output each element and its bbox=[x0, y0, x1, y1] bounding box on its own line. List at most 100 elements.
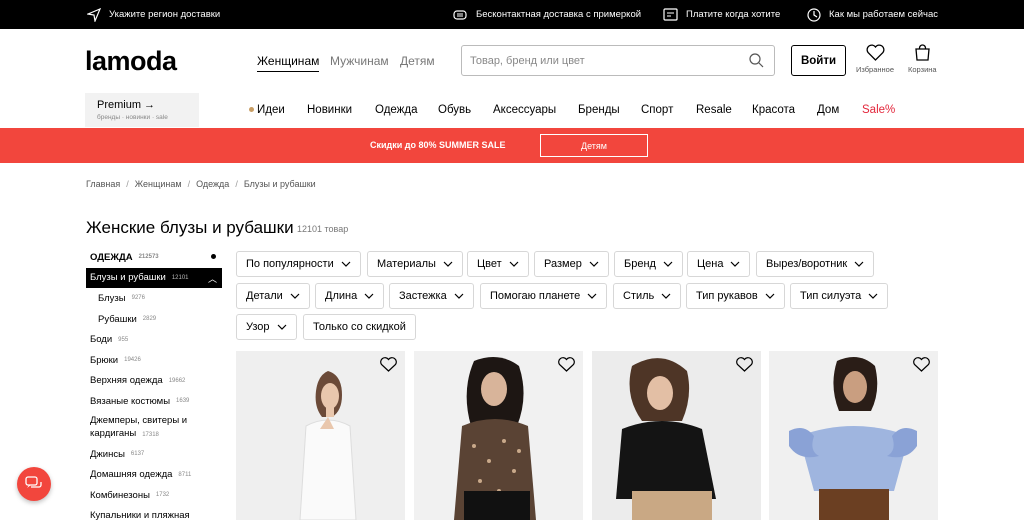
site-header: lamoda Женщинам Мужчинам Детям Войти Изб… bbox=[0, 29, 1024, 127]
favorites-button[interactable]: Избранное bbox=[856, 44, 894, 74]
nav-brands[interactable]: Бренды bbox=[578, 104, 620, 116]
delivery-info[interactable]: Бесконтактная доставка с примеркой bbox=[452, 0, 641, 29]
logo[interactable]: lamoda bbox=[85, 46, 177, 77]
filter-sleeve-type[interactable]: Тип рукавов bbox=[686, 283, 785, 309]
sidebar-item-label: Блузы bbox=[98, 292, 126, 304]
chevron-up-icon: ︿ bbox=[207, 273, 217, 284]
chevron-down-icon bbox=[454, 293, 464, 299]
filter-pattern[interactable]: Узор bbox=[236, 314, 297, 340]
sidebar-item-outerwear[interactable]: Верхняя одежда 19662 bbox=[86, 371, 226, 392]
payment-info[interactable]: Платите когда хотите bbox=[663, 0, 780, 29]
product-card[interactable] bbox=[769, 351, 938, 520]
sidebar-item-jumpers[interactable]: Джемперы, свитеры и кардиганы 17318 bbox=[86, 412, 226, 444]
payment-text: Платите когда хотите bbox=[686, 9, 781, 20]
chat-icon bbox=[25, 476, 42, 488]
nav-new[interactable]: Новинки bbox=[307, 104, 352, 116]
tab-women[interactable]: Женщинам bbox=[257, 54, 320, 72]
filter-size[interactable]: Размер bbox=[534, 251, 609, 277]
login-button[interactable]: Войти bbox=[791, 45, 846, 76]
filter-silhouette[interactable]: Тип силуэта bbox=[790, 283, 889, 309]
filter-details[interactable]: Детали bbox=[236, 283, 310, 309]
ideas-dot bbox=[249, 107, 254, 112]
cart-button[interactable]: Корзина bbox=[908, 44, 937, 74]
product-card[interactable] bbox=[592, 351, 761, 520]
nav-sale[interactable]: Sale% bbox=[862, 104, 895, 116]
sidebar-item-swimwear[interactable]: Купальники и пляжная bbox=[86, 506, 226, 526]
nav-sport[interactable]: Спорт bbox=[641, 104, 673, 116]
filter-label: Застежка bbox=[399, 290, 447, 302]
breadcrumb-women[interactable]: Женщинам bbox=[135, 179, 182, 189]
search-input[interactable] bbox=[470, 46, 740, 75]
sidebar-item-label: Блузы и рубашки bbox=[90, 272, 166, 284]
filter-eco[interactable]: Помогаю планете bbox=[480, 283, 608, 309]
filter-materials[interactable]: Материалы bbox=[367, 251, 463, 277]
breadcrumb-clothes[interactable]: Одежда bbox=[196, 179, 229, 189]
filter-label: Цвет bbox=[477, 258, 502, 270]
filter-fastener[interactable]: Застежка bbox=[389, 283, 474, 309]
chevron-down-icon bbox=[290, 293, 300, 299]
filter-style[interactable]: Стиль bbox=[613, 283, 682, 309]
sidebar-item-trousers[interactable]: Брюки 19426 bbox=[86, 350, 226, 371]
sidebar-item-jumpsuits[interactable]: Комбинезоны 1732 bbox=[86, 485, 226, 506]
location-arrow-icon bbox=[87, 7, 101, 22]
region-text: Укажите регион доставки bbox=[109, 9, 221, 20]
filter-neckline[interactable]: Вырез/воротник bbox=[756, 251, 875, 277]
nav-resale[interactable]: Resale bbox=[696, 104, 732, 116]
sidebar-item-blouses-shirts[interactable]: Блузы и рубашки 12101 ︿ bbox=[86, 267, 222, 289]
nav-accessories[interactable]: Аксессуары bbox=[493, 104, 556, 116]
heart-icon[interactable] bbox=[913, 357, 930, 372]
sidebar-item-bodysuits[interactable]: Боди 955 bbox=[86, 329, 226, 350]
sidebar-item-blouses[interactable]: Блузы 9276 bbox=[86, 288, 226, 309]
sidebar-item-jeans[interactable]: Джинсы 6137 bbox=[86, 444, 226, 465]
filter-discount-only[interactable]: Только со скидкой bbox=[303, 314, 416, 340]
card-icon bbox=[663, 8, 678, 21]
sidebar-item-count: 212573 bbox=[138, 254, 159, 261]
nav-ideas[interactable]: Идеи bbox=[257, 104, 285, 116]
product-image bbox=[769, 351, 938, 520]
sidebar-item-shirts[interactable]: Рубашки 2829 bbox=[86, 309, 226, 330]
filter-label: Помогаю планете bbox=[490, 290, 581, 302]
chat-button[interactable] bbox=[17, 467, 51, 501]
filter-sort[interactable]: По популярности bbox=[236, 251, 361, 277]
hours-text: Как мы работаем сейчас bbox=[829, 9, 938, 20]
promo-button[interactable]: Детям bbox=[540, 134, 648, 157]
filter-price[interactable]: Цена bbox=[687, 251, 751, 277]
product-card[interactable] bbox=[414, 351, 583, 520]
sidebar-item-knit-suits[interactable]: Вязаные костюмы 1639 bbox=[86, 391, 226, 412]
nav-beauty[interactable]: Красота bbox=[752, 104, 795, 116]
nav-clothes[interactable]: Одежда bbox=[375, 104, 417, 116]
sidebar-item-count: 19426 bbox=[124, 357, 141, 364]
heart-icon[interactable] bbox=[380, 357, 397, 372]
nav-home[interactable]: Дом bbox=[817, 104, 839, 116]
chevron-down-icon bbox=[854, 261, 864, 267]
sidebar-item-label: Домашняя одежда bbox=[90, 469, 173, 481]
product-card[interactable] bbox=[236, 351, 405, 520]
filter-label: Цена bbox=[697, 258, 724, 270]
sidebar-item-count: 6137 bbox=[130, 451, 145, 458]
tab-kids[interactable]: Детям bbox=[400, 54, 435, 68]
sidebar-item-count: 8711 bbox=[178, 471, 192, 478]
sidebar-item-clothes[interactable]: ОДЕЖДА 212573 bbox=[86, 247, 226, 268]
premium-title: Premium → bbox=[97, 99, 156, 111]
filter-brand[interactable]: Бренд bbox=[614, 251, 683, 277]
sidebar-item-homewear[interactable]: Домашняя одежда 8711 bbox=[86, 464, 226, 485]
filter-label: Тип силуэта bbox=[800, 290, 862, 302]
nav-shoes[interactable]: Обувь bbox=[438, 104, 471, 116]
breadcrumb-home[interactable]: Главная bbox=[86, 179, 120, 189]
heart-icon bbox=[865, 44, 885, 61]
breadcrumb-current[interactable]: Блузы и рубашки bbox=[244, 179, 316, 189]
product-image bbox=[592, 351, 761, 520]
filter-label: Только со скидкой bbox=[313, 321, 406, 333]
filter-label: Тип рукавов bbox=[696, 290, 758, 302]
premium-banner[interactable]: Premium → бренды · новинки · sale bbox=[85, 93, 199, 127]
hours-info[interactable]: Как мы работаем сейчас bbox=[807, 0, 938, 29]
filter-length[interactable]: Длина bbox=[315, 283, 385, 309]
region-selector[interactable]: Укажите регион доставки bbox=[87, 0, 220, 29]
promo-banner[interactable]: Скидки до 80% SUMMER SALE Детям bbox=[0, 128, 1024, 163]
heart-icon[interactable] bbox=[558, 357, 575, 372]
tab-men[interactable]: Мужчинам bbox=[330, 54, 389, 68]
filter-color[interactable]: Цвет bbox=[467, 251, 529, 277]
search-icon[interactable] bbox=[749, 53, 764, 68]
sidebar-item-count: 19662 bbox=[168, 377, 186, 384]
heart-icon[interactable] bbox=[736, 357, 753, 372]
